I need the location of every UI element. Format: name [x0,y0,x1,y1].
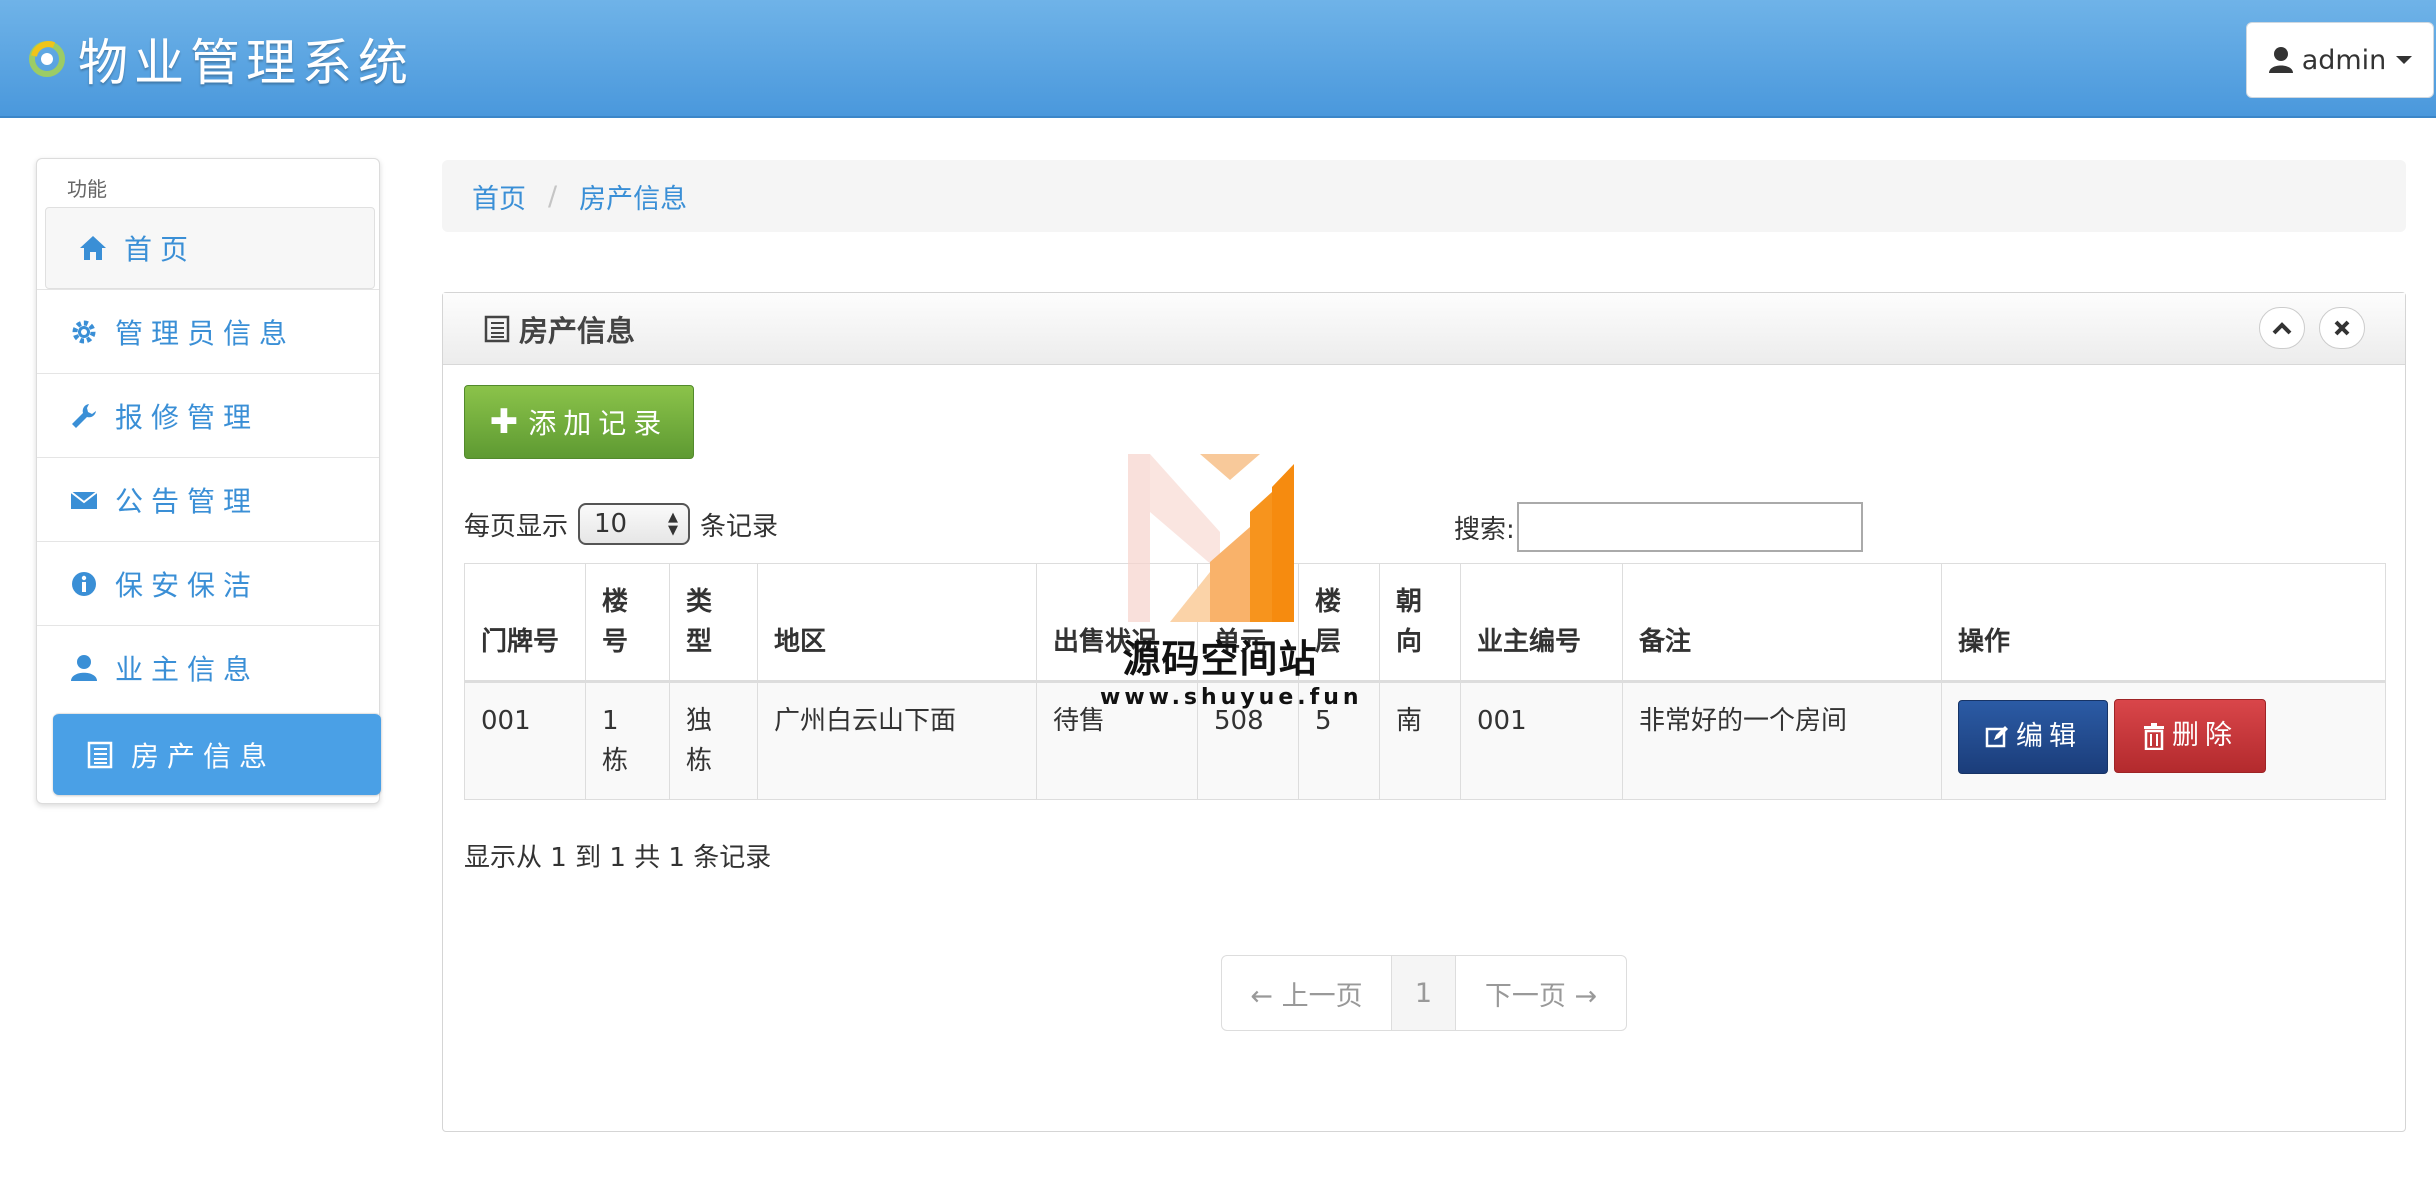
property-panel: 房产信息 ✚ 添加记录 每页显示 10 ▲ ▼ 条记录 搜索: 门牌号 楼号 类… [442,292,2406,1132]
col-unit[interactable]: 单元 [1197,563,1299,683]
cell-building: 1栋 [585,681,670,800]
sidebar-item-properties[interactable]: 房产信息 [53,713,381,795]
cell-unit: 508 [1197,681,1299,800]
edit-button[interactable]: 编辑 [1958,700,2108,774]
table-row: 001 1栋 独栋 广州白云山下面 待售 508 5 南 001 非常好的一个房… [464,681,2386,800]
next-page-button[interactable]: 下一页 → [1456,956,1626,1030]
user-icon [69,653,99,683]
add-record-label: 添加记录 [528,407,669,440]
gear-icon [69,317,99,347]
sidebar-item-home[interactable]: 首页 [45,207,375,289]
page-length-value: 10 [594,509,628,539]
col-status[interactable]: 出售状况 [1036,563,1198,683]
sidebar-item-owners[interactable]: 业主信息 [37,625,379,709]
col-area[interactable]: 地区 [757,563,1037,683]
logo-icon [29,41,65,77]
breadcrumb: 首页 / 房产信息 [442,160,2406,232]
sidebar-item-notices[interactable]: 公告管理 [37,457,379,541]
sidebar-item-label: 业主信息 [115,652,260,686]
collapse-button[interactable] [2259,307,2305,349]
add-record-button[interactable]: ✚ 添加记录 [464,385,694,459]
brand[interactable]: 物业管理系统 [24,26,414,92]
breadcrumb-home-link[interactable]: 首页 [472,177,526,216]
close-icon [2334,320,2350,336]
page-length-control: 每页显示 10 ▲ ▼ 条记录 [464,501,778,547]
sidebar-item-repairs[interactable]: 报修管理 [37,373,379,457]
panel-header: 房产信息 [443,293,2405,365]
col-orientation[interactable]: 朝向 [1379,563,1461,683]
cell-door: 001 [464,681,586,800]
breadcrumb-current[interactable]: 房产信息 [579,177,687,216]
property-table: 门牌号 楼号 类型 地区 出售状况 单元 楼层 朝向 业主编号 备注 操作 00… [464,563,2386,800]
envelope-icon [69,485,99,515]
cell-actions: 编辑 删除 [1941,681,2386,800]
panel-title: 房产信息 [519,313,636,348]
edit-label: 编辑 [2016,721,2082,752]
info-icon [69,569,99,599]
page-length-select[interactable]: 10 ▲ ▼ [578,503,691,545]
cell-owner-id: 001 [1460,681,1623,800]
table-header-row: 门牌号 楼号 类型 地区 出售状况 单元 楼层 朝向 业主编号 备注 操作 [464,563,2386,683]
table-info: 显示从 1 到 1 共 1 条记录 [464,843,772,873]
sidebar-item-label: 保安保洁 [115,568,260,602]
pagination: ← 上一页 1 下一页 → [1221,955,1627,1031]
delete-label: 删除 [2172,720,2238,751]
sidebar-header: 功能 [67,177,107,201]
col-building[interactable]: 楼号 [585,563,670,683]
app-title: 物业管理系统 [78,34,414,92]
user-name: admin [2301,44,2387,76]
home-icon [78,233,108,263]
page-1-button[interactable]: 1 [1392,956,1456,1030]
close-button[interactable] [2319,307,2365,349]
search-control: 搜索: [1454,501,1863,553]
sidebar-item-label: 报修管理 [115,400,260,434]
cell-area: 广州白云山下面 [757,681,1037,800]
prev-page-button[interactable]: ← 上一页 [1222,956,1392,1030]
chevron-up-icon [2272,322,2292,335]
sidebar: 功能 首页 管理员信息 报修管理 公告管理 保安保洁 业主信息 房产信息 [36,158,381,804]
edit-icon [1985,726,2008,748]
sidebar-item-label: 房产信息 [131,739,276,773]
top-navbar: 物业管理系统 admin [0,0,2436,118]
wrench-icon [69,401,99,431]
cell-type: 独栋 [669,681,758,800]
cell-orientation: 南 [1379,681,1461,800]
col-actions: 操作 [1941,563,2386,683]
col-floor[interactable]: 楼层 [1298,563,1380,683]
search-label: 搜索: [1454,514,1515,545]
sidebar-item-label: 公告管理 [115,484,260,518]
list-icon [85,740,115,770]
page-length-suffix: 条记录 [700,511,779,542]
cell-floor: 5 [1298,681,1380,800]
list-icon [484,315,510,342]
trash-icon [2144,723,2164,750]
sidebar-item-label: 首页 [124,233,197,266]
search-input[interactable] [1516,502,1863,552]
plus-icon: ✚ [489,402,519,442]
col-door[interactable]: 门牌号 [464,563,586,683]
sidebar-item-admins[interactable]: 管理员信息 [37,289,379,373]
select-arrows-icon: ▲ ▼ [668,510,679,538]
page-length-prefix: 每页显示 [464,511,569,542]
col-remark[interactable]: 备注 [1622,563,1942,683]
sidebar-item-security[interactable]: 保安保洁 [37,541,379,625]
cell-remark: 非常好的一个房间 [1622,681,1942,800]
panel-tools [2245,307,2365,349]
sidebar-item-label: 管理员信息 [115,316,296,350]
breadcrumb-separator: / [548,180,558,212]
user-menu-button[interactable]: admin [2246,22,2434,98]
delete-button[interactable]: 删除 [2114,699,2266,773]
cell-status: 待售 [1036,681,1198,800]
user-icon [2268,47,2293,73]
chevron-down-icon [2396,56,2413,64]
col-owner-id[interactable]: 业主编号 [1460,563,1623,683]
col-type[interactable]: 类型 [669,563,758,683]
